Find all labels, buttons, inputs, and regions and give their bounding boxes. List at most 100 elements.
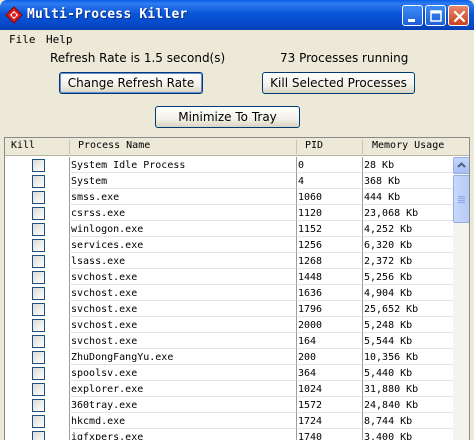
memory-usage-cell: 23,068 Kb: [364, 208, 419, 219]
kill-checkbox[interactable]: [32, 303, 45, 316]
process-name-cell: csrss.exe: [71, 208, 126, 219]
maximize-button[interactable]: [425, 5, 446, 26]
process-name-cell: spoolsv.exe: [71, 368, 138, 379]
table-row[interactable]: svchost.exe 1636 4,904 Kb: [5, 285, 453, 301]
process-name-cell: System Idle Process: [71, 160, 186, 171]
memory-usage-cell: 31,880 Kb: [364, 384, 419, 395]
kill-checkbox[interactable]: [32, 415, 45, 428]
memory-usage-cell: 8,744 Kb: [364, 416, 413, 427]
memory-usage-cell: 5,544 Kb: [364, 336, 413, 347]
table-header: Kill Process Name PID Memory Usage: [5, 138, 469, 156]
column-divider[interactable]: [69, 140, 70, 154]
table-row[interactable]: csrss.exe 1120 23,068 Kb: [5, 205, 453, 221]
process-name-cell: services.exe: [71, 240, 144, 251]
menu-bar: File Help: [0, 30, 474, 49]
column-header-memory[interactable]: Memory Usage: [372, 140, 444, 151]
minimize-to-tray-button[interactable]: Minimize To Tray: [155, 106, 300, 128]
kill-checkbox[interactable]: [32, 431, 45, 440]
minimize-button[interactable]: [402, 5, 423, 26]
kill-checkbox[interactable]: [32, 191, 45, 204]
process-name-cell: igfxpers.exe: [71, 432, 144, 440]
column-header-pid[interactable]: PID: [305, 140, 323, 151]
pid-cell: 164: [298, 336, 317, 347]
minimize-icon: [408, 19, 415, 22]
table-row[interactable]: winlogon.exe 1152 4,252 Kb: [5, 221, 453, 237]
kill-checkbox[interactable]: [32, 159, 45, 172]
pid-cell: 1724: [298, 416, 323, 427]
kill-checkbox[interactable]: [32, 175, 45, 188]
process-name-cell: svchost.exe: [71, 288, 138, 299]
kill-checkbox[interactable]: [32, 287, 45, 300]
pid-cell: 1256: [298, 240, 323, 251]
scroll-thumb[interactable]: [453, 175, 469, 223]
table-row[interactable]: explorer.exe 1024 31,880 Kb: [5, 381, 453, 397]
memory-usage-cell: 4,252 Kb: [364, 224, 413, 235]
app-diamond-icon: [5, 6, 23, 24]
table-row[interactable]: hkcmd.exe 1724 8,744 Kb: [5, 413, 453, 429]
column-divider[interactable]: [296, 140, 297, 154]
process-name-cell: svchost.exe: [71, 272, 138, 283]
pid-cell: 0: [298, 160, 305, 171]
memory-usage-cell: 5,440 Kb: [364, 368, 413, 379]
kill-selected-button[interactable]: Kill Selected Processes: [262, 72, 415, 94]
table-row[interactable]: services.exe 1256 6,320 Kb: [5, 237, 453, 253]
scroll-up-button[interactable]: [453, 157, 469, 174]
kill-checkbox[interactable]: [32, 367, 45, 380]
process-name-cell: svchost.exe: [71, 304, 138, 315]
process-name-cell: 360tray.exe: [71, 400, 138, 411]
column-header-process-name[interactable]: Process Name: [78, 140, 150, 151]
pid-cell: 1060: [298, 192, 323, 203]
process-name-cell: explorer.exe: [71, 384, 144, 395]
memory-usage-cell: 28 Kb: [364, 160, 395, 171]
memory-usage-cell: 5,248 Kb: [364, 320, 413, 331]
pid-cell: 1572: [298, 400, 323, 411]
process-name-cell: winlogon.exe: [71, 224, 144, 235]
kill-checkbox[interactable]: [32, 207, 45, 220]
table-row[interactable]: ZhuDongFangYu.exe 200 10,356 Kb: [5, 349, 453, 365]
column-divider[interactable]: [362, 140, 363, 154]
kill-checkbox[interactable]: [32, 319, 45, 332]
column-header-kill[interactable]: Kill: [11, 140, 35, 151]
pid-cell: 364: [298, 368, 317, 379]
memory-usage-cell: 444 Kb: [364, 192, 401, 203]
table-row[interactable]: smss.exe 1060 444 Kb: [5, 189, 453, 205]
pid-cell: 1120: [298, 208, 323, 219]
title-bar[interactable]: Multi-Process Killer: [0, 0, 474, 30]
kill-checkbox[interactable]: [32, 223, 45, 236]
process-name-cell: hkcmd.exe: [71, 416, 126, 427]
process-name-cell: svchost.exe: [71, 336, 138, 347]
kill-checkbox[interactable]: [32, 239, 45, 252]
kill-checkbox[interactable]: [32, 335, 45, 348]
table-body: System Idle Process 0 28 Kb System 4 368 Kb sm…: [5, 157, 453, 440]
table-row[interactable]: svchost.exe 2000 5,248 Kb: [5, 317, 453, 333]
process-name-cell: System: [71, 176, 108, 187]
memory-usage-cell: 4,904 Kb: [364, 288, 413, 299]
pid-cell: 1796: [298, 304, 323, 315]
memory-usage-cell: 5,256 Kb: [364, 272, 413, 283]
change-refresh-rate-button[interactable]: Change Refresh Rate: [59, 72, 203, 94]
table-row[interactable]: svchost.exe 1796 25,652 Kb: [5, 301, 453, 317]
table-row[interactable]: spoolsv.exe 364 5,440 Kb: [5, 365, 453, 381]
table-row[interactable]: svchost.exe 1448 5,256 Kb: [5, 269, 453, 285]
memory-usage-cell: 3,400 Kb: [364, 432, 413, 440]
vertical-scrollbar[interactable]: [453, 157, 469, 440]
kill-checkbox[interactable]: [32, 255, 45, 268]
table-row[interactable]: svchost.exe 164 5,544 Kb: [5, 333, 453, 349]
kill-checkbox[interactable]: [32, 351, 45, 364]
kill-checkbox[interactable]: [32, 383, 45, 396]
table-row[interactable]: igfxpers.exe 1740 3,400 Kb: [5, 429, 453, 440]
memory-usage-cell: 10,356 Kb: [364, 352, 419, 363]
close-button[interactable]: [448, 5, 469, 26]
kill-checkbox[interactable]: [32, 399, 45, 412]
menu-file[interactable]: File: [9, 33, 36, 46]
memory-usage-cell: 24,840 Kb: [364, 400, 419, 411]
pid-cell: 1152: [298, 224, 323, 235]
cell-border: [296, 173, 362, 189]
pid-cell: 1636: [298, 288, 323, 299]
kill-checkbox[interactable]: [32, 271, 45, 284]
table-row[interactable]: System 4 368 Kb: [5, 173, 453, 189]
table-row[interactable]: lsass.exe 1268 2,372 Kb: [5, 253, 453, 269]
table-row[interactable]: System Idle Process 0 28 Kb: [5, 157, 453, 173]
menu-help[interactable]: Help: [46, 33, 73, 46]
table-row[interactable]: 360tray.exe 1572 24,840 Kb: [5, 397, 453, 413]
